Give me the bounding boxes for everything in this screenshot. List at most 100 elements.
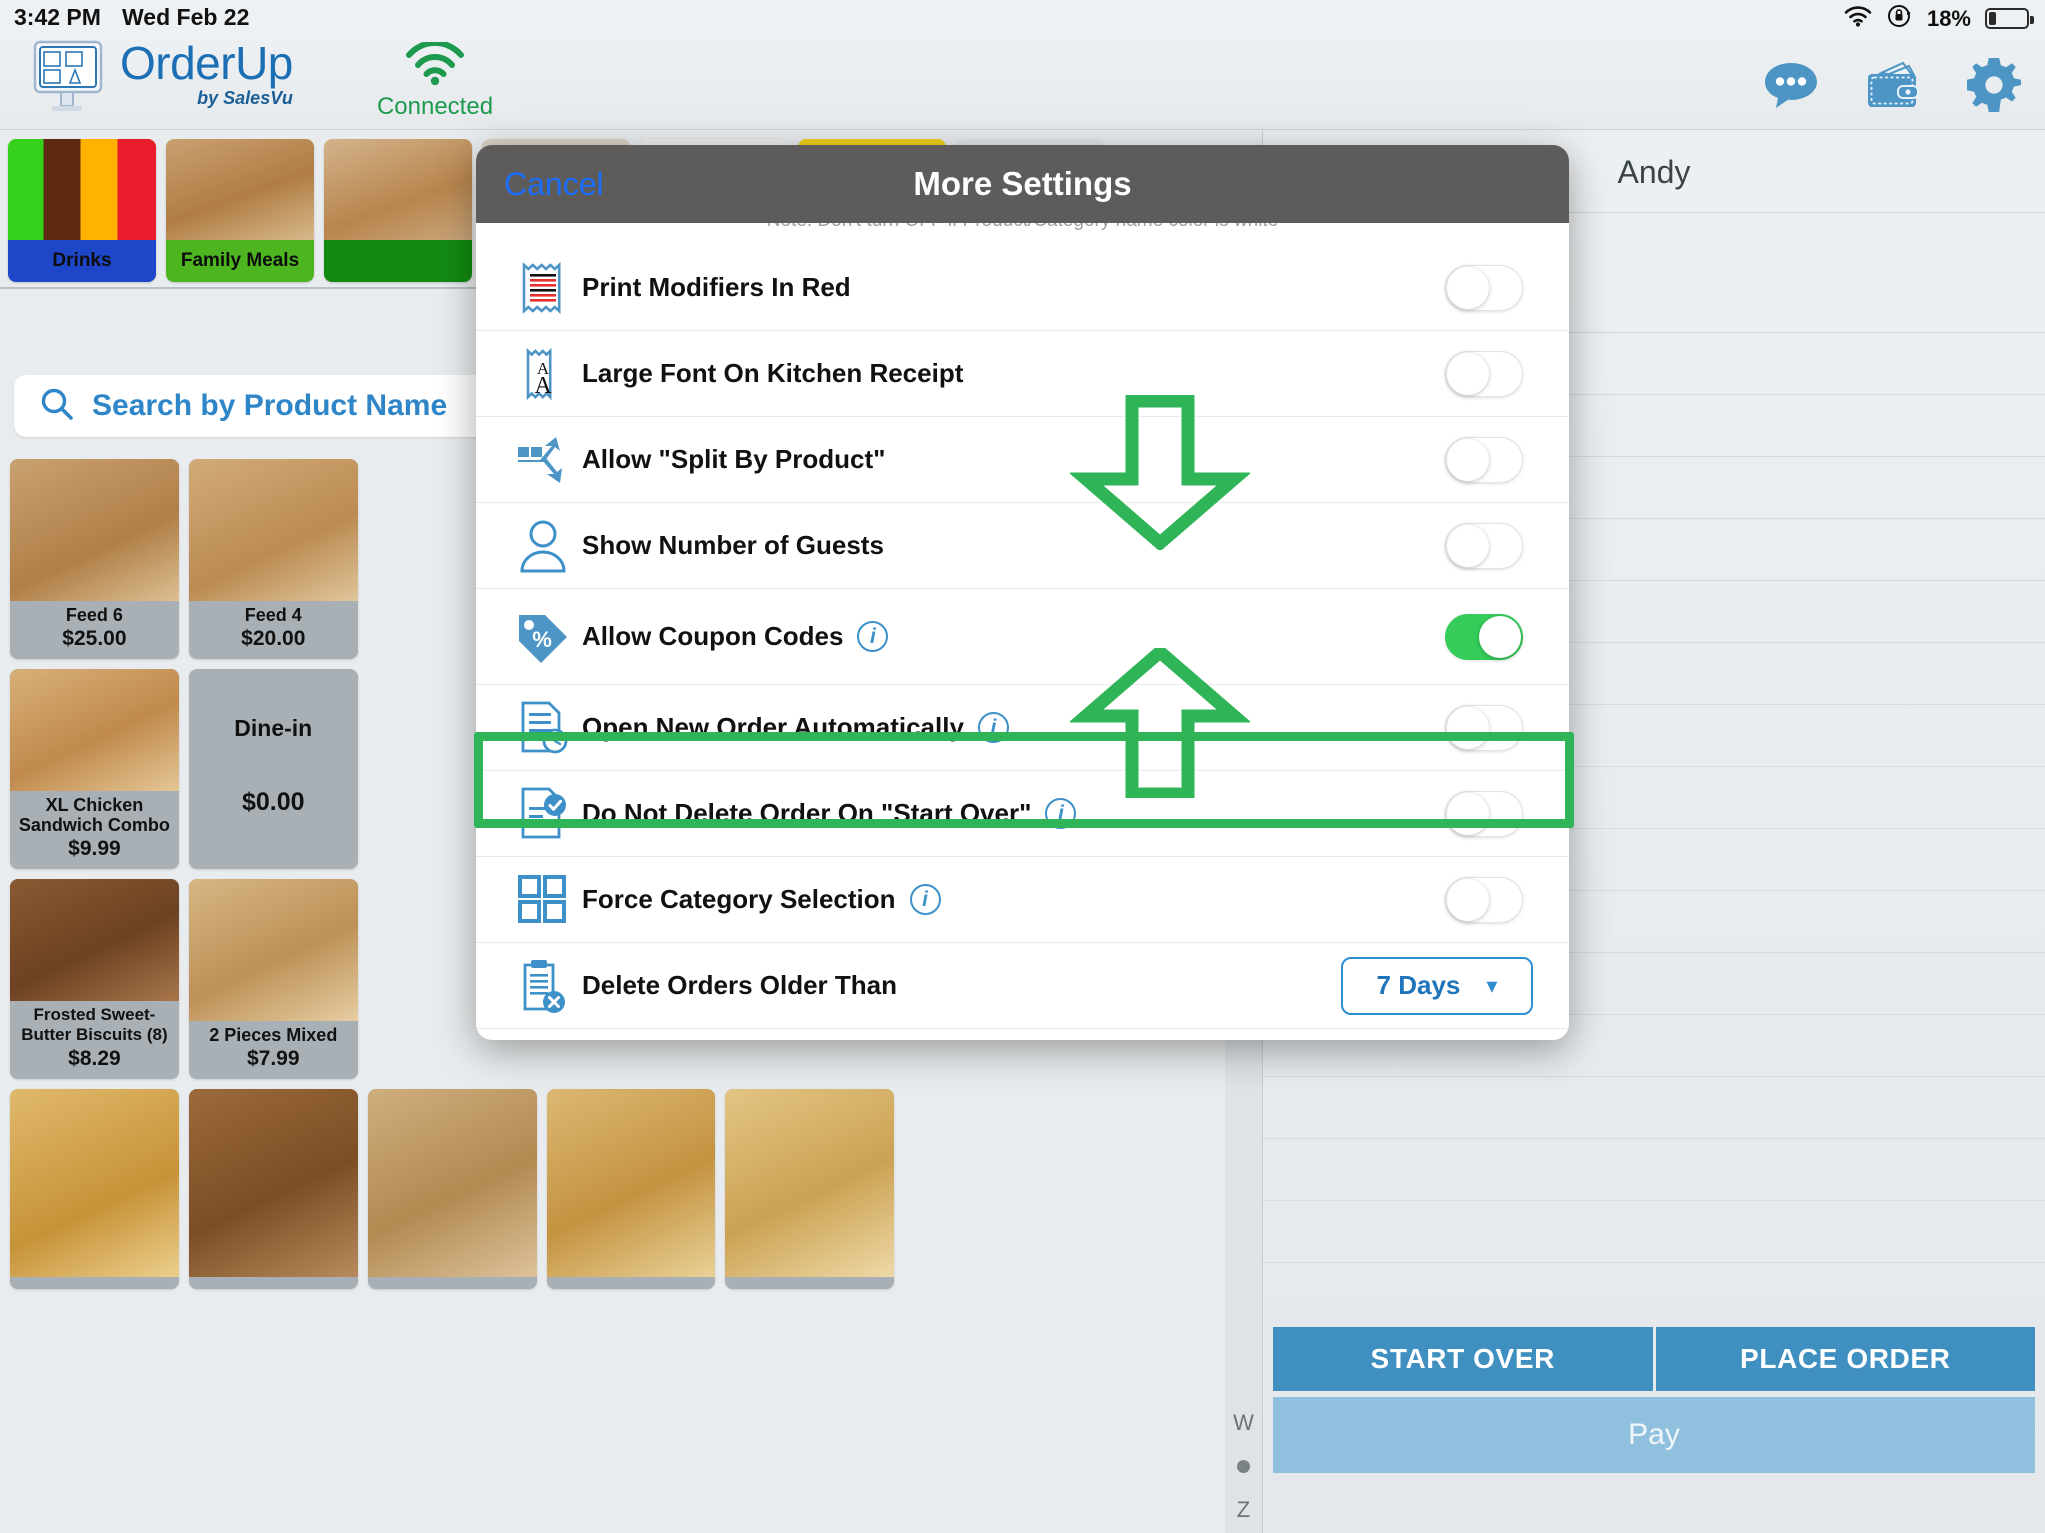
document-clock-icon [504, 699, 582, 757]
info-icon[interactable]: i [857, 621, 889, 652]
toggle-allow-coupon-codes[interactable] [1445, 613, 1523, 660]
status-time: 3:42 PM [14, 4, 101, 30]
setting-row-show-number-of-guests[interactable]: Show Number of Guests [476, 503, 1569, 589]
category-tile[interactable]: Drinks [8, 139, 156, 282]
info-icon[interactable]: i [977, 712, 1009, 743]
product-name: Feed 6 [65, 605, 123, 625]
toggle-do-not-delete-order-on-start-over[interactable] [1445, 790, 1523, 837]
setting-row-delete-orders-older-than[interactable]: Delete Orders Older Than 7 Days ▾ [476, 943, 1569, 1029]
receipt-red-lines-icon [504, 259, 582, 317]
category-thumbnail [8, 139, 156, 240]
gear-icon[interactable] [1967, 58, 2021, 117]
product-image [10, 669, 179, 791]
product-name: Frosted Sweet-Butter Biscuits (8) [21, 1005, 168, 1044]
toggle-show-number-of-guests[interactable] [1445, 522, 1523, 569]
coupon-tag-percent-icon: % [504, 609, 582, 665]
setting-row-open-new-order-automatically[interactable]: Open New Order Automatically i [476, 685, 1569, 771]
category-tile[interactable] [324, 139, 472, 282]
product-tile[interactable]: Feed 6 $25.00 [10, 459, 179, 659]
setting-label: Large Font On Kitchen Receipt [582, 358, 964, 388]
battery-percent: 18% [1926, 5, 1971, 31]
wallet-icon[interactable] [1865, 59, 1921, 116]
toggle-large-font-on-kitchen-receipt[interactable] [1445, 350, 1523, 397]
app-root: 3:42 PM Wed Feb 22 18% OrderUp by SalesV… [0, 0, 2045, 1533]
product-name: 2 Pieces Mixed [209, 1025, 338, 1045]
setting-row-large-font-on-kitchen-receipt[interactable]: A A Large Font On Kitchen Receipt [476, 331, 1569, 417]
product-tile[interactable]: 2 Pieces Mixed $7.99 [188, 879, 358, 1079]
setting-row-allow-coupon-codes[interactable]: % Allow Coupon Codes i [476, 589, 1569, 685]
toggle-force-category-selection[interactable] [1445, 876, 1523, 923]
modal-body[interactable]: Note: Don't turn OFF if Product/Category… [476, 223, 1569, 1040]
category-label: Drinks [8, 240, 156, 282]
chat-bubble-icon[interactable] [1763, 61, 1819, 114]
product-image [725, 1089, 895, 1277]
search-icon [40, 387, 74, 426]
product-image [10, 879, 179, 1001]
info-icon[interactable]: i [1045, 798, 1077, 829]
toggle-allow-split-by-product[interactable] [1445, 436, 1523, 483]
product-image [367, 1089, 537, 1277]
svg-text:%: % [532, 627, 552, 652]
info-icon[interactable]: i [909, 884, 941, 915]
category-thumbnail [324, 139, 472, 240]
rotation-lock-icon [1887, 3, 1913, 34]
product-tile[interactable]: XL Chicken Sandwich Combo $9.99 [10, 669, 179, 869]
product-tile[interactable]: Frosted Sweet-Butter Biscuits (8) $8.29 [10, 879, 179, 1079]
category-label: Family Meals [166, 240, 314, 282]
receipt-large-font-icon: A A [504, 345, 582, 403]
more-settings-modal: Cancel More Settings Note: Don't turn OF… [476, 145, 1569, 1040]
status-date: Wed Feb 22 [122, 4, 250, 30]
setting-label: Print Modifiers In Red [582, 272, 851, 302]
app-logo: OrderUp by SalesVu [30, 36, 293, 114]
battery-icon [1985, 8, 2034, 29]
order-item-row [1263, 1077, 2045, 1139]
alpha-index-dot[interactable] [1237, 1460, 1250, 1473]
product-tile[interactable]: Dine-in $0.00 [188, 669, 358, 869]
category-label [324, 240, 472, 282]
order-actions: START OVER PLACE ORDER Pay [1263, 1327, 2045, 1533]
chevron-down-icon: ▾ [1486, 972, 1498, 998]
product-tile[interactable]: Feed 4 $20.00 [188, 459, 358, 659]
orderup-logo-icon [30, 36, 114, 114]
setting-label: Delete Orders Older Than [582, 970, 897, 1000]
product-price: $8.29 [68, 1047, 121, 1070]
alpha-index-z[interactable]: Z [1237, 1497, 1250, 1523]
status-bar: 3:42 PM Wed Feb 22 18% [0, 0, 2045, 34]
document-delete-icon [504, 957, 582, 1015]
setting-row-print-modifiers-in-red[interactable]: Print Modifiers In Red [476, 245, 1569, 331]
setting-row-force-category-selection[interactable]: Force Category Selection i [476, 857, 1569, 943]
setting-row-kitchen-receipt-format[interactable]: Kitchen Receipt Format [476, 1029, 1569, 1040]
order-item-row [1263, 1201, 2045, 1263]
connection-status: Connected [370, 39, 500, 121]
pay-button[interactable]: Pay [1273, 1397, 2035, 1473]
product-tile[interactable] [188, 1089, 358, 1289]
product-tile[interactable] [10, 1089, 179, 1289]
setting-label: Show Number of Guests [582, 530, 884, 560]
grid-squares-icon [504, 874, 582, 926]
delete-orders-older-than-dropdown[interactable]: 7 Days ▾ [1341, 956, 1533, 1015]
setting-row-do-not-delete-order-on-start-over[interactable]: Do Not Delete Order On "Start Over" i [476, 771, 1569, 857]
product-image [10, 459, 179, 601]
product-tile[interactable] [725, 1089, 895, 1289]
modal-header: Cancel More Settings [476, 145, 1569, 223]
connection-label: Connected [376, 93, 494, 120]
toggle-open-new-order-automatically[interactable] [1445, 704, 1523, 751]
product-price: $25.00 [62, 627, 127, 650]
app-subtitle: by SalesVu [197, 88, 293, 108]
alpha-index-w[interactable]: W [1233, 1410, 1254, 1436]
product-image [188, 879, 358, 1021]
product-tile[interactable] [546, 1089, 716, 1289]
place-order-button[interactable]: PLACE ORDER [1655, 1327, 2035, 1391]
product-image [188, 459, 358, 601]
dropdown-value: 7 Days [1376, 970, 1461, 1000]
start-over-button[interactable]: START OVER [1273, 1327, 1653, 1391]
product-price: $0.00 [241, 787, 305, 816]
category-tile[interactable]: Family Meals [166, 139, 314, 282]
toggle-print-modifiers-in-red[interactable] [1445, 264, 1523, 311]
product-price: $7.99 [246, 1047, 300, 1070]
modal-title: More Settings [913, 165, 1132, 202]
product-tile[interactable] [367, 1089, 537, 1289]
setting-row-allow-split-by-product[interactable]: Allow "Split By Product" [476, 417, 1569, 503]
clipped-note: Note: Don't turn OFF if Product/Category… [476, 223, 1569, 245]
setting-label: Do Not Delete Order On "Start Over" [582, 798, 1032, 828]
